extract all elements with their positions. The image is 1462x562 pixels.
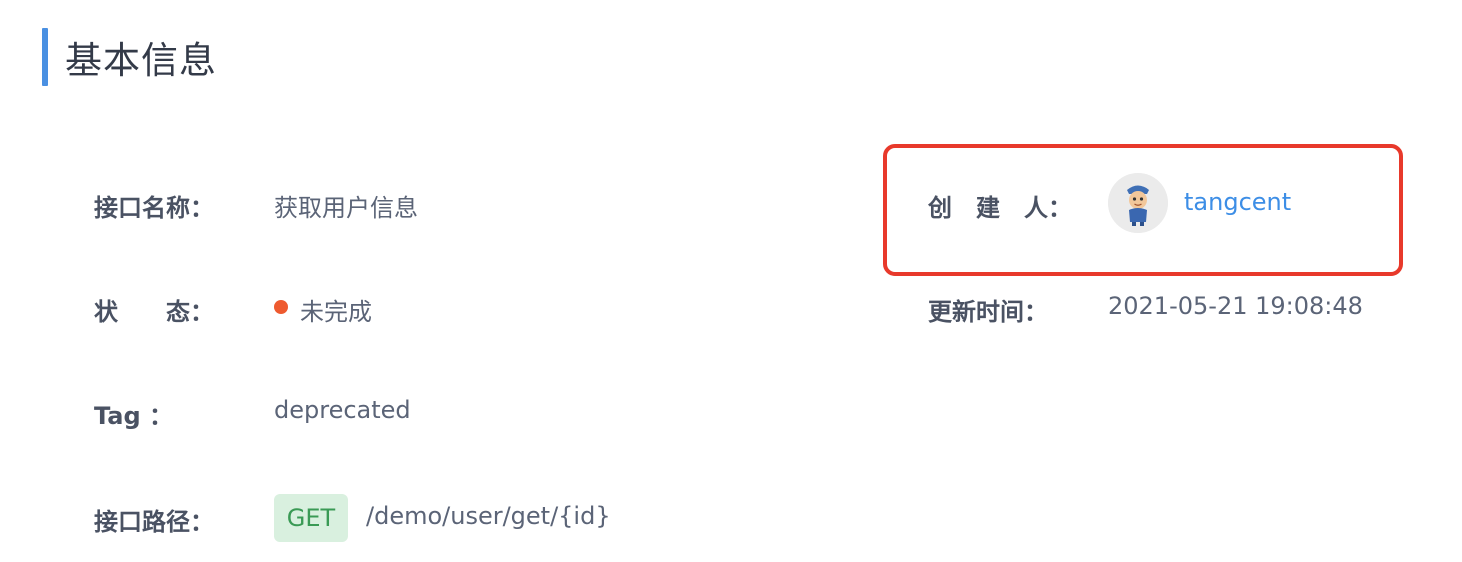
- cartoon-avatar-icon[interactable]: [1108, 173, 1168, 233]
- path-label: 接口路径：: [94, 508, 214, 536]
- section-header: 基本信息: [42, 28, 217, 86]
- tag-value: deprecated: [274, 396, 411, 424]
- http-method-badge: GET: [274, 494, 348, 542]
- updated-time-value: 2021-05-21 19:08:48: [1108, 292, 1363, 320]
- section-accent-bar: [42, 28, 48, 86]
- section-title: 基本信息: [65, 39, 217, 82]
- tag-label: Tag ：: [94, 402, 174, 430]
- api-name-value: 获取用户信息: [274, 194, 418, 222]
- status-label: 状 态：: [94, 298, 214, 326]
- creator-label: 创 建 人：: [928, 194, 1072, 222]
- path-value: /demo/user/get/{id}: [366, 502, 611, 530]
- status-dot-icon: [274, 300, 288, 314]
- updated-time-label: 更新时间：: [928, 298, 1048, 326]
- status-value: 未完成: [300, 298, 372, 326]
- api-name-label: 接口名称：: [94, 194, 214, 222]
- creator-link[interactable]: tangcent: [1184, 188, 1291, 216]
